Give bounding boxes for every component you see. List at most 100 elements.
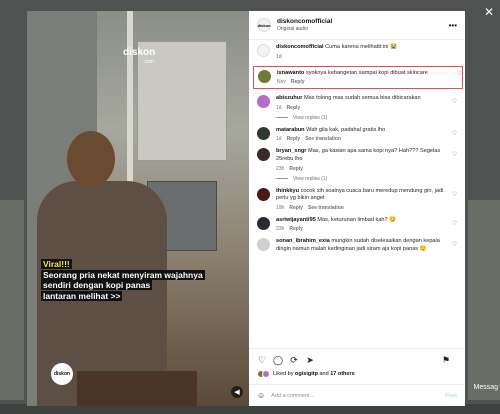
liker-username[interactable]: ogisigitp	[295, 371, 318, 377]
media-watermark-sub: .com	[143, 59, 154, 65]
reply-button[interactable]: Reply	[289, 226, 303, 232]
heart-icon[interactable]: ♡	[452, 151, 457, 158]
comment-time: Nov	[277, 79, 286, 86]
post-modal: diskon .com Viral!!! Seorang pria nekat …	[27, 11, 465, 406]
reply-button[interactable]: Reply	[287, 105, 301, 111]
close-icon[interactable]: ✕	[484, 6, 494, 18]
more-icon[interactable]: •••	[449, 21, 457, 30]
comment-row: matarabun Wah gila kak, padahal gratis l…	[257, 126, 457, 143]
heart-icon[interactable]: ♡	[452, 220, 457, 227]
comment-body: matarabun Wah gila kak, padahal gratis l…	[276, 127, 457, 143]
comment-username[interactable]: diskoncomofficial	[276, 44, 324, 50]
comment-body: thinkkyu cocok sih soalnya cuaca baru me…	[276, 188, 457, 211]
comment-content: Mas, keturunan limbad kah? 😏	[317, 216, 397, 223]
comment-row: asriwijayanti95 Mas, keturunan limbad ka…	[257, 216, 457, 232]
and-label: and	[319, 371, 329, 377]
reply-button[interactable]: Reply	[289, 166, 303, 172]
heart-icon[interactable]: ♡	[452, 98, 457, 105]
comment-meta: 19h Reply See translation	[276, 205, 445, 211]
comment-username[interactable]: bryan_sngr	[276, 148, 306, 154]
caption-line: Viral!!!	[41, 259, 72, 269]
comment-username[interactable]: isnawanto	[277, 70, 304, 76]
comment-text: abiszuhur Mas tolong mas sudah semua bis…	[276, 95, 445, 103]
comment-body: diskoncomofficial Cuma karena melihattt …	[276, 44, 457, 60]
comment-content: Wah gila kak, padahal gratis lho	[306, 126, 386, 133]
comment-meta: 1d	[276, 54, 445, 60]
see-translation-button[interactable]: See translation	[308, 205, 344, 211]
reply-button[interactable]: Reply	[289, 205, 303, 211]
heart-icon[interactable]: ♡	[452, 191, 457, 198]
emoji-icon[interactable]: ☺	[257, 391, 265, 400]
speaker-muted-icon[interactable]: ◀	[231, 386, 243, 398]
others-count[interactable]: 17 others	[330, 371, 354, 377]
media-background	[77, 371, 197, 406]
comment-text: matarabun Wah gila kak, padahal gratis l…	[276, 127, 445, 135]
liked-by-label: Liked by	[273, 371, 294, 377]
comment-username[interactable]: abiszuhur	[276, 95, 302, 101]
likes-summary[interactable]: Liked by ogisigitp and 17 others	[257, 370, 457, 378]
media-person	[67, 131, 115, 187]
avatar[interactable]: diskon	[257, 18, 271, 32]
heart-icon[interactable]: ♡	[452, 130, 457, 137]
comment-time: 23h	[276, 165, 285, 172]
bookmark-icon[interactable]: ⚑	[441, 355, 451, 366]
comment-icon[interactable]: ◯	[273, 355, 283, 366]
comment-username[interactable]: asriwijayanti95	[276, 217, 316, 223]
comment-row: sonan_ibrahim_exia mungkin sudah diseles…	[257, 238, 457, 253]
heart-icon[interactable]: ♡	[452, 241, 457, 248]
likes-text: Liked by ogisigitp and 17 others	[273, 371, 355, 377]
comment-row: bryan_sngr Mas, ga kasian apa sama kopi …	[257, 148, 457, 172]
original-audio-link[interactable]: Original audio	[277, 26, 449, 32]
comment-text: diskoncomofficial Cuma karena melihattt …	[276, 44, 445, 52]
comment-body: bryan_sngr Mas, ga kasian apa sama kopi …	[276, 148, 457, 171]
comment-content: Mas tolong mas sudah semua bisa dibicara…	[303, 95, 421, 102]
avatar[interactable]	[257, 187, 270, 201]
post-button[interactable]: Post	[445, 393, 457, 399]
comment-row: isnawanto syoknya kebangetan sampai kopi…	[253, 65, 463, 90]
comment-meta: 23h Reply	[276, 166, 445, 172]
see-translation-button[interactable]: See translation	[305, 136, 341, 142]
comment-body: sonan_ibrahim_exia mungkin sudah diseles…	[276, 238, 457, 253]
comment-text: thinkkyu cocok sih soalnya cuaca baru me…	[276, 188, 445, 203]
reply-button[interactable]: Reply	[287, 136, 301, 142]
media-caption: Viral!!! Seorang pria nekat menyiram waj…	[41, 259, 211, 301]
comment-text: sonan_ibrahim_exia mungkin sudah diseles…	[276, 238, 445, 253]
comment-username[interactable]: thinkkyu	[276, 188, 299, 194]
comment-row: thinkkyu cocok sih soalnya cuaca baru me…	[257, 187, 457, 211]
comment-row: abiszuhur Mas tolong mas sudah semua bis…	[257, 95, 457, 111]
comment-meta: 1d Reply	[276, 105, 445, 111]
avatar[interactable]	[257, 148, 270, 162]
comment-time: 1d	[276, 53, 282, 60]
add-comment-bar: ☺ Add a comment... Post	[249, 384, 465, 406]
comment-content: syoknya kebangetan sampai kopi dibuat sk…	[305, 69, 428, 76]
comment-meta: 23h Reply	[276, 226, 445, 232]
avatar[interactable]	[258, 69, 271, 83]
reply-button[interactable]: Reply	[291, 79, 305, 85]
comment-username[interactable]: matarabun	[276, 127, 305, 133]
view-replies-button[interactable]: View replies (1)	[276, 115, 457, 121]
comment-time: 23h	[276, 226, 285, 233]
comment-time: 1d	[276, 104, 282, 111]
comment-input[interactable]: Add a comment...	[271, 393, 445, 399]
media-logo-badge: diskon	[51, 363, 73, 385]
avatar[interactable]	[257, 216, 270, 230]
avatar[interactable]	[257, 95, 270, 109]
caption-line: lantaran melihat >>	[41, 290, 123, 301]
comment-body: abiszuhur Mas tolong mas sudah semua bis…	[276, 95, 457, 111]
avatar[interactable]	[257, 126, 270, 140]
background-messages-label[interactable]: Messag	[473, 384, 498, 391]
avatar[interactable]	[257, 238, 270, 252]
avatar[interactable]	[257, 44, 270, 57]
share-icon[interactable]: ⟳	[289, 355, 299, 366]
send-icon[interactable]: ➤	[305, 355, 315, 366]
comment-time: 1d	[276, 136, 282, 143]
view-replies-button[interactable]: View replies (1)	[276, 176, 457, 182]
post-media[interactable]: diskon .com Viral!!! Seorang pria nekat …	[27, 11, 249, 406]
heart-icon[interactable]: ♡	[257, 355, 267, 366]
comments-list[interactable]: diskoncomofficial Cuma karena melihattt …	[249, 40, 465, 348]
comment-username[interactable]: sonan_ibrahim_exia	[276, 238, 330, 244]
comment-meta: 1d Reply See translation	[276, 136, 445, 142]
caption-line: sendiri dengan kopi panas	[41, 280, 153, 290]
author-username[interactable]: diskoncomofficial	[277, 18, 449, 25]
heart-icon[interactable]: ♡	[457, 70, 462, 77]
